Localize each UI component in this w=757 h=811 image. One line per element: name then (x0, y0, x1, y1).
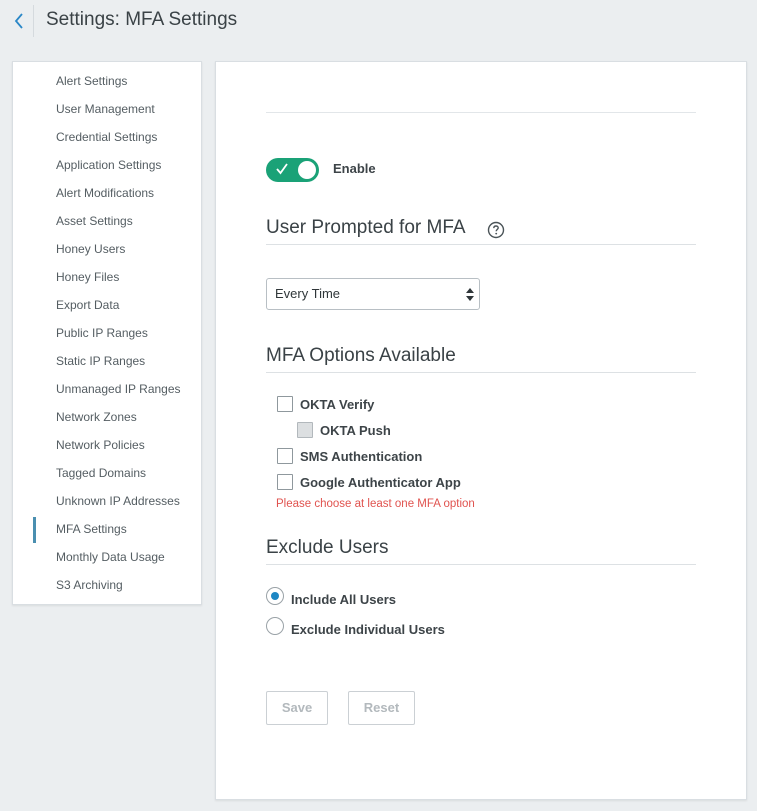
okta-verify-label: OKTA Verify (300, 396, 375, 412)
sidebar-item-unmanaged-ip-ranges[interactable]: Unmanaged IP Ranges (13, 375, 201, 403)
sidebar-item-export-data[interactable]: Export Data (13, 291, 201, 319)
sms-authentication-checkbox[interactable] (277, 448, 293, 464)
header-divider (33, 5, 34, 37)
sidebar-item-user-management[interactable]: User Management (13, 95, 201, 123)
option-okta-push: OKTA Push (297, 421, 391, 439)
enable-label: Enable (333, 161, 376, 176)
section-divider (266, 564, 696, 565)
mfa-prompt-select-value: Every Time (275, 286, 341, 301)
mfa-settings-panel: Enable User Prompted for MFA Every Time … (215, 61, 747, 800)
sidebar-item-alert-settings[interactable]: Alert Settings (13, 67, 201, 95)
section-title-user-prompted: User Prompted for MFA (266, 217, 466, 238)
sidebar-item-mfa-settings[interactable]: MFA Settings (13, 515, 201, 543)
sidebar-item-honey-files[interactable]: Honey Files (13, 263, 201, 291)
chevron-left-icon (14, 13, 23, 29)
check-icon (276, 163, 288, 175)
sidebar-item-monthly-data-usage[interactable]: Monthly Data Usage (13, 543, 201, 571)
sidebar-item-network-zones[interactable]: Network Zones (13, 403, 201, 431)
section-title-exclude-users: Exclude Users (266, 537, 389, 558)
mfa-option-error: Please choose at least one MFA option (276, 498, 475, 510)
sidebar-item-honey-users[interactable]: Honey Users (13, 235, 201, 263)
google-authenticator-checkbox[interactable] (277, 474, 293, 490)
save-button[interactable]: Save (266, 691, 328, 725)
sidebar-item-application-settings[interactable]: Application Settings (13, 151, 201, 179)
toggle-knob (298, 161, 316, 179)
sms-authentication-label: SMS Authentication (300, 448, 423, 464)
sidebar-item-network-policies[interactable]: Network Policies (13, 431, 201, 459)
back-button[interactable] (6, 8, 32, 34)
settings-sidebar: Alert Settings User Management Credentia… (12, 61, 202, 605)
sidebar-item-static-ip-ranges[interactable]: Static IP Ranges (13, 347, 201, 375)
sort-arrows-icon (466, 288, 474, 301)
choice-include-all-users: Include All Users (266, 587, 396, 607)
option-sms-authentication: SMS Authentication (277, 447, 422, 465)
sidebar-item-asset-settings[interactable]: Asset Settings (13, 207, 201, 235)
section-divider (266, 372, 696, 373)
section-title-mfa-options: MFA Options Available (266, 345, 456, 366)
sidebar-item-unknown-ip-addresses[interactable]: Unknown IP Addresses (13, 487, 201, 515)
google-authenticator-label: Google Authenticator App (300, 474, 461, 490)
page-title: Settings: MFA Settings (46, 9, 238, 30)
enable-toggle[interactable] (266, 158, 319, 182)
section-divider (266, 244, 696, 245)
page-header: Settings: MFA Settings (0, 0, 757, 42)
sidebar-item-credential-settings[interactable]: Credential Settings (13, 123, 201, 151)
divider (266, 112, 696, 113)
choice-exclude-individual-users: Exclude Individual Users (266, 617, 445, 637)
okta-verify-checkbox[interactable] (277, 396, 293, 412)
include-all-users-label: Include All Users (291, 591, 396, 607)
exclude-individual-users-label: Exclude Individual Users (291, 621, 445, 637)
reset-button[interactable]: Reset (348, 691, 415, 725)
sidebar-item-s3-archiving[interactable]: S3 Archiving (13, 571, 201, 599)
mfa-prompt-select[interactable]: Every Time (266, 278, 480, 310)
sidebar-item-alert-modifications[interactable]: Alert Modifications (13, 179, 201, 207)
sidebar-item-tagged-domains[interactable]: Tagged Domains (13, 459, 201, 487)
sidebar-item-public-ip-ranges[interactable]: Public IP Ranges (13, 319, 201, 347)
option-google-authenticator: Google Authenticator App (277, 473, 461, 491)
exclude-individual-users-radio[interactable] (266, 617, 284, 635)
question-circle-icon[interactable] (487, 221, 505, 239)
okta-push-checkbox (297, 422, 313, 438)
option-okta-verify: OKTA Verify (277, 395, 374, 413)
include-all-users-radio[interactable] (266, 587, 284, 605)
okta-push-label: OKTA Push (320, 422, 391, 438)
